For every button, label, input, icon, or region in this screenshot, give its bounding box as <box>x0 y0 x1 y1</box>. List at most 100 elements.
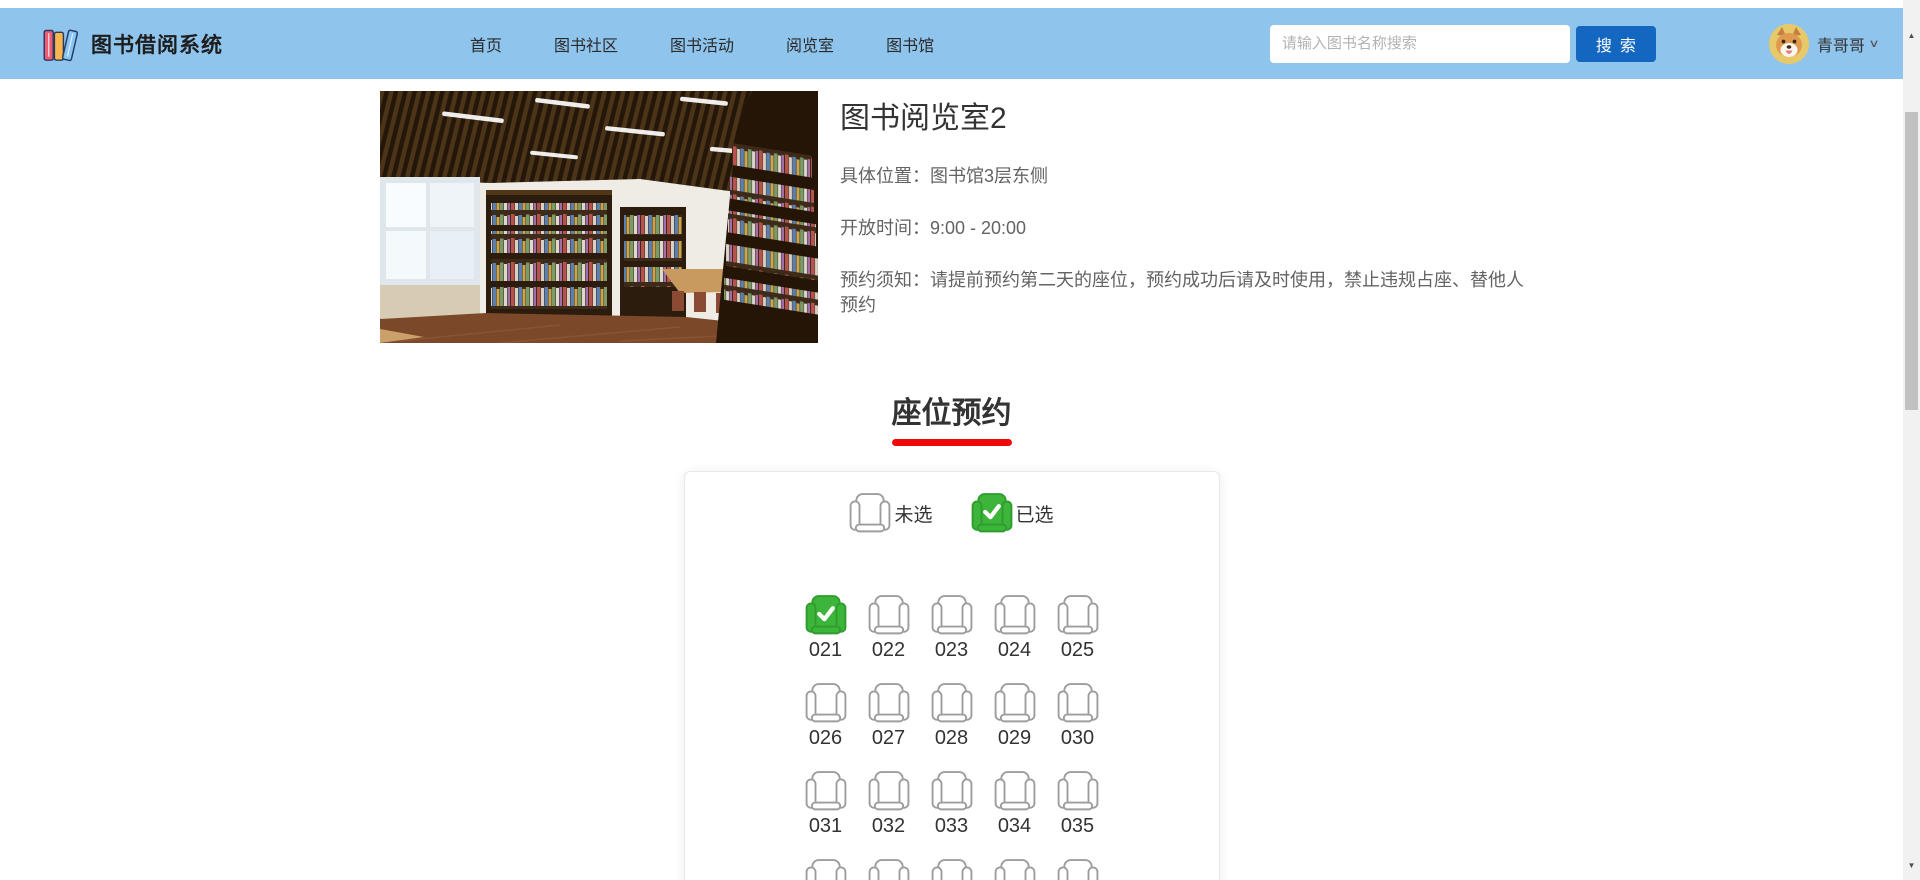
seat-034-icon[interactable] <box>994 770 1036 812</box>
seat-cell-035: 035 <box>1057 770 1099 838</box>
seat-038-icon[interactable] <box>931 858 973 880</box>
room-section: 图书阅览室2 具体位置：图书馆3层东侧 开放时间：9:00 - 20:00 预约… <box>0 79 1903 344</box>
seat-number: 030 <box>1060 727 1095 749</box>
seat-cell-039: 039 <box>994 858 1036 880</box>
room-info: 图书阅览室2 具体位置：图书馆3层东侧 开放时间：9:00 - 20:00 预约… <box>840 91 1540 343</box>
seat-cell-028: 028 <box>931 682 973 750</box>
seat-number: 029 <box>997 727 1032 749</box>
seat-unselected-icon <box>849 492 891 534</box>
seat-number: 028 <box>934 727 969 749</box>
nav-item-reading-room[interactable]: 阅览室 <box>786 32 834 56</box>
seat-024-icon[interactable] <box>994 594 1036 636</box>
seat-number: 035 <box>1060 815 1095 837</box>
seat-023-icon[interactable] <box>931 594 973 636</box>
seat-021-selected-icon[interactable] <box>805 594 847 636</box>
seat-028-icon[interactable] <box>931 682 973 724</box>
room-title: 图书阅览室2 <box>840 102 1007 135</box>
header: 图书借阅系统 首页 图书社区 图书活动 阅览室 图书馆 搜索 <box>0 8 1903 79</box>
seat-cell-037: 037 <box>868 858 910 880</box>
seat-row: 026 027 028 029 030 <box>685 682 1219 750</box>
seat-022-icon[interactable] <box>868 594 910 636</box>
seat-039-icon[interactable] <box>994 858 1036 880</box>
seat-031-icon[interactable] <box>805 770 847 812</box>
search-button[interactable]: 搜索 <box>1575 25 1656 62</box>
nav-item-home[interactable]: 首页 <box>470 32 502 56</box>
seat-cell-029: 029 <box>994 682 1036 750</box>
seat-number: 021 <box>808 639 843 661</box>
seat-cell-032: 032 <box>868 770 910 838</box>
seat-row: 021 022 023 024 025 <box>685 594 1219 662</box>
seat-cell-034: 034 <box>994 770 1036 838</box>
seat-026-icon[interactable] <box>805 682 847 724</box>
scroll-up-icon[interactable]: ▲ <box>1903 28 1920 42</box>
seat-number: 026 <box>808 727 843 749</box>
seat-number: 023 <box>934 639 969 661</box>
seat-027-icon[interactable] <box>868 682 910 724</box>
seat-040-icon[interactable] <box>1057 858 1099 880</box>
section-heading: 座位预约 <box>0 388 1903 446</box>
nav-item-book-community[interactable]: 图书社区 <box>554 32 618 56</box>
seat-grid: 021 022 023 024 025 026 027 028 029 030 031 032 033 0… <box>685 594 1219 880</box>
search-button-label: 搜索 <box>1595 37 1644 55</box>
main-nav: 首页 图书社区 图书活动 阅览室 图书馆 <box>470 32 934 56</box>
brand: 图书借阅系统 <box>42 24 223 64</box>
seat-025-icon[interactable] <box>1057 594 1099 636</box>
seat-cell-027: 027 <box>868 682 910 750</box>
legend-label: 未选 <box>894 504 933 526</box>
seat-cell-026: 026 <box>805 682 847 750</box>
nav-item-book-activities[interactable]: 图书活动 <box>670 32 734 56</box>
seat-number: 027 <box>871 727 906 749</box>
seat-row: 036 037 038 039 040 <box>685 858 1219 880</box>
seat-number: 025 <box>1060 639 1095 661</box>
room-photo <box>380 91 820 344</box>
seat-029-icon[interactable] <box>994 682 1036 724</box>
seat-036-icon[interactable] <box>805 858 847 880</box>
seat-booking-card: 未选 已选 021 022 023 024 025 026 027 028 029 030 031 03… <box>683 471 1220 880</box>
legend-item-selected: 已选 <box>971 492 1054 534</box>
seat-035-icon[interactable] <box>1057 770 1099 812</box>
seat-cell-030: 030 <box>1057 682 1099 750</box>
legend-item-unselected: 未选 <box>849 492 933 534</box>
seat-033-icon[interactable] <box>931 770 973 812</box>
nav-item-library[interactable]: 图书馆 <box>886 32 934 56</box>
room-notice: 预约须知：请提前预约第二天的座位，预约成功后请及时使用，禁止违规占座、替他人预约 <box>840 270 1524 315</box>
seat-cell-040: 040 <box>1057 858 1099 880</box>
user-menu[interactable]: 青哥哥 ∨ <box>1768 23 1880 64</box>
username: 青哥哥 <box>1816 37 1865 55</box>
heading-underline <box>891 439 1012 446</box>
seat-cell-021: 021 <box>805 594 847 662</box>
section-title: 座位预约 <box>891 397 1012 430</box>
seat-cell-036: 036 <box>805 858 847 880</box>
search-group: 搜索 <box>1269 24 1656 63</box>
seat-cell-022: 022 <box>868 594 910 662</box>
seat-cell-033: 033 <box>931 770 973 838</box>
seat-cell-024: 024 <box>994 594 1036 662</box>
seat-cell-038: 038 <box>931 858 973 880</box>
scrollbar: ▲ ▼ <box>1903 0 1920 880</box>
content: 图书借阅系统 首页 图书社区 图书活动 阅览室 图书馆 搜索 <box>0 0 1903 880</box>
search-input[interactable] <box>1269 24 1570 63</box>
room-location: 具体位置：图书馆3层东侧 <box>840 166 1049 186</box>
seat-row: 031 032 033 034 035 <box>685 770 1219 838</box>
books-logo-icon <box>42 24 78 64</box>
seat-number: 032 <box>871 815 906 837</box>
seat-number: 034 <box>997 815 1032 837</box>
seat-number: 031 <box>808 815 843 837</box>
chevron-down-icon: ∨ <box>1868 38 1880 50</box>
scroll-down-icon[interactable]: ▼ <box>1903 858 1920 872</box>
seat-number: 033 <box>934 815 969 837</box>
seat-037-icon[interactable] <box>868 858 910 880</box>
seat-030-icon[interactable] <box>1057 682 1099 724</box>
seat-032-icon[interactable] <box>868 770 910 812</box>
seat-number: 024 <box>997 639 1032 661</box>
app-title: 图书借阅系统 <box>91 33 223 57</box>
room-hours: 开放时间：9:00 - 20:00 <box>840 218 1027 238</box>
seat-selected-icon <box>971 492 1013 534</box>
scrollbar-thumb[interactable] <box>1905 112 1918 410</box>
seat-cell-023: 023 <box>931 594 973 662</box>
top-gap <box>0 0 1903 8</box>
seat-legend: 未选 已选 <box>685 492 1219 534</box>
seat-cell-031: 031 <box>805 770 847 838</box>
seat-number: 022 <box>871 639 906 661</box>
page: 图书借阅系统 首页 图书社区 图书活动 阅览室 图书馆 搜索 <box>0 0 1920 880</box>
